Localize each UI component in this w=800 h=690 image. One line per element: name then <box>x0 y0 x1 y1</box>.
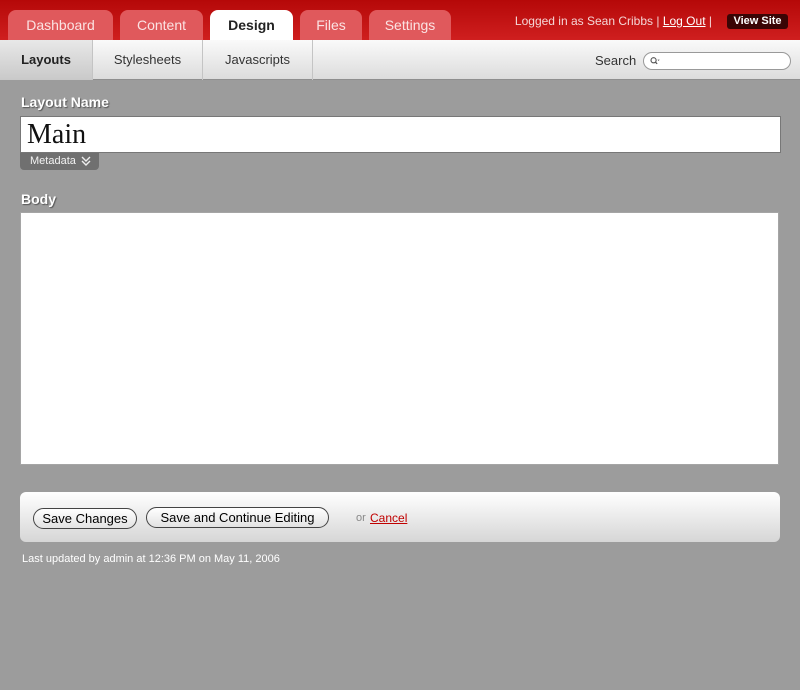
search-icon[interactable] <box>650 56 660 66</box>
subtab-stylesheets[interactable]: Stylesheets <box>93 40 203 80</box>
action-bar: Save Changes Save and Continue Editing o… <box>20 492 780 542</box>
tab-dashboard[interactable]: Dashboard <box>8 10 113 40</box>
tab-design[interactable]: Design <box>210 10 293 40</box>
subtab-javascripts[interactable]: Javascripts <box>203 40 313 80</box>
body-textarea[interactable] <box>20 212 779 465</box>
logout-link[interactable]: Log Out <box>663 14 706 28</box>
tab-settings[interactable]: Settings <box>369 10 451 40</box>
body-label: Body <box>21 191 56 207</box>
logged-in-text: Logged in as Sean Cribbs <box>514 14 654 28</box>
layout-name-label: Layout Name <box>21 94 109 110</box>
last-updated-note: Last updated by admin at 12:36 PM on May… <box>22 553 280 565</box>
or-text: or <box>356 512 366 524</box>
metadata-toggle[interactable]: Metadata <box>20 153 99 170</box>
separator: | <box>708 14 712 28</box>
save-button[interactable]: Save Changes <box>33 508 137 529</box>
metadata-label: Metadata <box>30 155 76 167</box>
tab-content[interactable]: Content <box>120 10 203 40</box>
save-continue-button[interactable]: Save and Continue Editing <box>146 507 329 528</box>
separator: | <box>656 14 660 28</box>
tab-files[interactable]: Files <box>300 10 362 40</box>
top-header: Dashboard Content Design Files Settings … <box>0 0 800 40</box>
cancel-link[interactable]: Cancel <box>370 511 407 525</box>
search-label: Search <box>595 53 637 68</box>
layout-name-input[interactable] <box>20 116 781 153</box>
subtab-layouts[interactable]: Layouts <box>0 40 93 80</box>
user-info: Logged in as Sean Cribbs | Log Out | <box>515 14 712 28</box>
search-input[interactable] <box>664 54 784 68</box>
view-site-button[interactable]: View Site <box>727 14 788 29</box>
search-box[interactable] <box>643 52 791 70</box>
chevron-double-down-icon <box>81 156 91 166</box>
